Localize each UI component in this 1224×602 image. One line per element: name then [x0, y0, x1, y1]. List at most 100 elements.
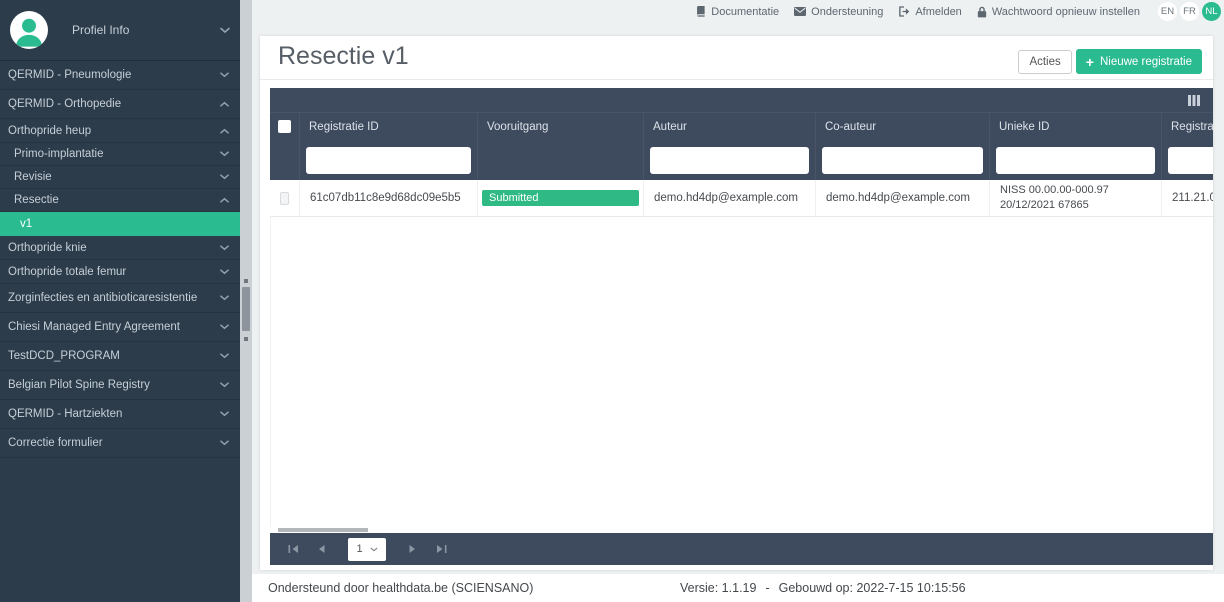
table-empty-area	[270, 217, 1213, 527]
chevron-down-icon	[220, 295, 229, 301]
signout-icon	[899, 6, 910, 17]
row-cell-vooruitgang: Submitted	[478, 180, 644, 216]
filter-auteur-input[interactable]	[650, 146, 809, 174]
previous-page-button[interactable]	[311, 539, 331, 559]
chevron-down-icon	[220, 268, 229, 274]
sidebar-profile[interactable]: Profiel Info	[0, 0, 240, 61]
topbar: Documentatie Ondersteuning Afmelden Wach…	[252, 0, 1224, 23]
filter-registratie-id-input[interactable]	[306, 146, 471, 174]
columns-icon[interactable]	[1188, 95, 1200, 106]
sidebar-item-qermid-orthopedie[interactable]: QERMID - Orthopedie	[0, 90, 240, 119]
page-select[interactable]: 1	[348, 537, 386, 561]
table-toolbar	[270, 88, 1213, 112]
scroll-down-arrow[interactable]	[244, 337, 248, 341]
chevron-down-icon	[220, 411, 229, 417]
sidebar-item-zorginfecties[interactable]: Zorginfecties en antibioticaresistentie	[0, 284, 240, 313]
chevron-down-icon	[220, 382, 229, 388]
filter-cell	[300, 140, 478, 180]
pagination-bar: 1	[270, 533, 1213, 565]
lang-fr-button[interactable]: FR	[1180, 2, 1199, 21]
filter-co-auteur-input[interactable]	[822, 146, 983, 174]
next-page-button[interactable]	[403, 539, 423, 559]
documentatie-link[interactable]: Documentatie	[695, 6, 779, 18]
header-cell[interactable]: Co-auteur	[816, 112, 990, 140]
profile-label: Profiel Info	[72, 23, 130, 37]
sidebar-item-v1-selected[interactable]: v1	[0, 212, 240, 236]
filter-cell	[990, 140, 1162, 180]
header-cell[interactable]: Registratie	[1162, 112, 1213, 140]
row-cell-auteur: demo.hd4dp@example.com	[644, 180, 816, 216]
sidebar-item-correctie-formulier[interactable]: Correctie formulier	[0, 429, 240, 458]
wachtwoord-reset-link[interactable]: Wachtwoord opnieuw instellen	[977, 6, 1140, 18]
chevron-down-icon	[220, 174, 229, 180]
sidebar-item-qermid-hartziekten[interactable]: QERMID - Hartziekten	[0, 400, 240, 429]
sidebar-item-orthopride-totale-femur[interactable]: Orthopride totale femur	[0, 260, 240, 284]
table-row[interactable]: 61c07db11c8e9d68dc09e5b5 Submitted demo.…	[270, 180, 1213, 217]
row-cell-registratie: 211.21.000	[1162, 180, 1213, 216]
header-cell-checkbox	[270, 112, 300, 140]
row-checkbox[interactable]	[280, 191, 289, 205]
scrollbar-thumb[interactable]	[242, 287, 250, 331]
lang-nl-button[interactable]: NL	[1202, 2, 1221, 21]
header-cell[interactable]: Registratie ID	[300, 112, 478, 140]
card-header: Resectie v1 Acties + Nieuwe registratie	[260, 36, 1213, 80]
footer-version: Versie: 1.1.19	[680, 581, 757, 595]
sidebar: Profiel Info QERMID - Pneumologie QERMID…	[0, 0, 240, 602]
header-actions: Acties + Nieuwe registratie	[1018, 49, 1202, 74]
nieuwe-registratie-button[interactable]: + Nieuwe registratie	[1075, 49, 1202, 74]
filter-cell	[644, 140, 816, 180]
lang-en-button[interactable]: EN	[1158, 2, 1177, 21]
sidebar-item-orthopride-knie[interactable]: Orthopride knie	[0, 236, 240, 260]
footer-supported-by: Ondersteund door healthdata.be (SCIENSAN…	[268, 581, 534, 595]
main-card: Resectie v1 Acties + Nieuwe registratie …	[260, 36, 1213, 570]
row-cell-unieke-id: NISS 00.00.00-000.97 20/12/2021 67865	[990, 180, 1162, 216]
footer: Ondersteund door healthdata.be (SCIENSAN…	[252, 574, 1224, 602]
lock-icon	[977, 6, 986, 17]
ondersteuning-link[interactable]: Ondersteuning	[794, 6, 883, 18]
filter-registratie-input[interactable]	[1168, 146, 1213, 174]
registrations-table: Registratie ID Vooruitgang Auteur Co-aut…	[270, 88, 1213, 565]
chevron-down-icon	[220, 244, 229, 250]
select-all-checkbox[interactable]	[278, 120, 291, 133]
sidebar-item-resectie[interactable]: Resectie	[0, 189, 240, 212]
avatar	[10, 11, 48, 49]
filter-cell	[270, 140, 300, 180]
hscrollbar-thumb[interactable]	[278, 528, 368, 532]
acties-button[interactable]: Acties	[1018, 49, 1072, 74]
filter-cell	[1162, 140, 1213, 180]
sidebar-item-revisie[interactable]: Revisie	[0, 166, 240, 189]
chevron-down-icon	[220, 151, 229, 157]
chevron-down-icon	[369, 546, 378, 551]
scroll-up-arrow[interactable]	[244, 279, 248, 283]
chevron-down-icon	[220, 440, 229, 446]
table-horizontal-scrollbar[interactable]	[270, 527, 1213, 533]
sidebar-scrollbar[interactable]	[240, 0, 252, 602]
sidebar-item-belgian-pilot-spine[interactable]: Belgian Pilot Spine Registry	[0, 371, 240, 400]
afmelden-link[interactable]: Afmelden	[898, 6, 962, 18]
envelope-icon	[794, 7, 807, 16]
first-page-button[interactable]	[283, 539, 303, 559]
sidebar-item-primo-implantatie[interactable]: Primo-implantatie	[0, 143, 240, 166]
header-cell[interactable]: Auteur	[644, 112, 816, 140]
chevron-down-icon	[220, 72, 229, 78]
last-page-button[interactable]	[431, 539, 451, 559]
chevron-down-icon	[220, 27, 230, 33]
plus-icon: +	[1085, 53, 1094, 70]
chevron-down-icon	[220, 324, 229, 330]
header-cell[interactable]: Vooruitgang	[478, 112, 644, 140]
sidebar-item-qermid-pneumologie[interactable]: QERMID - Pneumologie	[0, 61, 240, 90]
chevron-up-icon	[220, 101, 229, 107]
language-switcher: EN FR NL	[1158, 2, 1221, 21]
sidebar-item-testdcd-program[interactable]: TestDCD_PROGRAM	[0, 342, 240, 371]
row-cell-registratie-id: 61c07db11c8e9d68dc09e5b5	[300, 180, 478, 216]
sidebar-item-chiesi[interactable]: Chiesi Managed Entry Agreement	[0, 313, 240, 342]
chevron-up-icon	[220, 128, 229, 134]
filter-unieke-id-input[interactable]	[996, 146, 1155, 174]
chevron-down-icon	[220, 353, 229, 359]
footer-separator: -	[765, 581, 770, 595]
filter-cell	[478, 140, 644, 180]
filter-cell	[816, 140, 990, 180]
header-cell[interactable]: Unieke ID	[990, 112, 1162, 140]
book-icon	[697, 6, 705, 17]
sidebar-item-orthopride-heup[interactable]: Orthopride heup	[0, 119, 240, 143]
